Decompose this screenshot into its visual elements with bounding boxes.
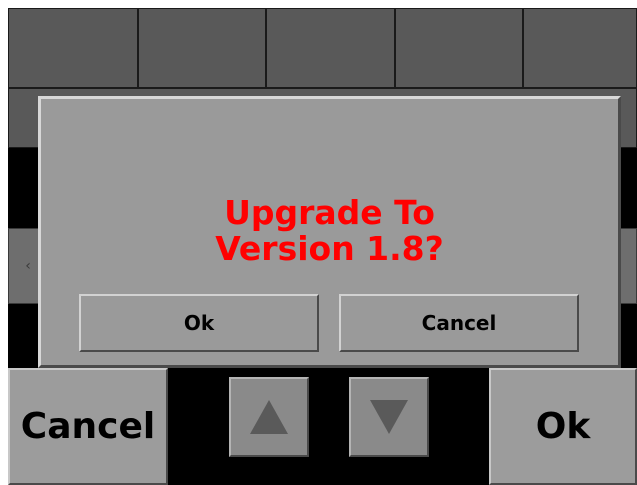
arrow-up-icon xyxy=(250,400,288,434)
grid-tile-3[interactable] xyxy=(266,8,395,88)
dialog-cancel-label: Cancel xyxy=(421,311,497,335)
dialog-message: Upgrade To Version 1.8? xyxy=(41,195,618,267)
dialog-ok-button[interactable]: Ok xyxy=(79,294,319,352)
arrow-down-icon xyxy=(370,400,408,434)
device-screen: ‹ › Cancel Ok Upgrade To Version 1.8? Ok… xyxy=(8,8,637,485)
bottom-ok-button[interactable]: Ok xyxy=(489,368,637,485)
grid-tile-5[interactable] xyxy=(523,8,637,88)
up-arrow-button[interactable] xyxy=(229,377,309,457)
dialog-cancel-button[interactable]: Cancel xyxy=(339,294,579,352)
dialog-message-line2: Version 1.8? xyxy=(215,229,444,268)
grid-tile-4[interactable] xyxy=(395,8,523,88)
bottom-cancel-label: Cancel xyxy=(20,406,156,447)
chevron-left-icon: ‹ xyxy=(25,258,31,274)
grid-tile-1[interactable] xyxy=(8,8,138,88)
down-arrow-button[interactable] xyxy=(349,377,429,457)
grid-tile-2[interactable] xyxy=(138,8,266,88)
bottom-ok-label: Ok xyxy=(535,406,591,447)
dialog-ok-label: Ok xyxy=(183,311,215,335)
upgrade-dialog: Upgrade To Version 1.8? Ok Cancel xyxy=(38,96,621,368)
bottom-cancel-button[interactable]: Cancel xyxy=(8,368,168,485)
dialog-message-line1: Upgrade To xyxy=(224,193,435,232)
